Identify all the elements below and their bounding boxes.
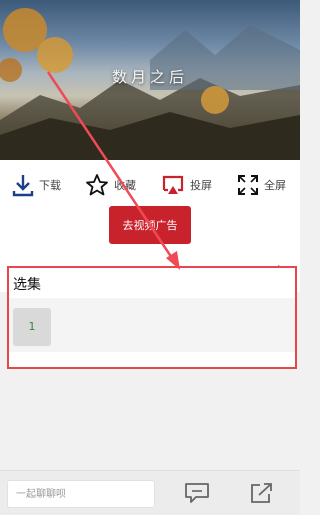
- episode-footer: [9, 352, 295, 367]
- download-icon: [12, 175, 34, 197]
- action-bar: 下载 收藏 投屏 全屏: [0, 160, 300, 206]
- download-label: 下载: [39, 179, 61, 192]
- episode-header: 选集: [9, 268, 295, 298]
- share-icon: [251, 483, 272, 503]
- episode-title: 选集: [13, 277, 41, 293]
- episode-button[interactable]: 1: [13, 308, 51, 346]
- favorite-label: 收藏: [114, 179, 136, 192]
- bottom-bar: [0, 470, 300, 515]
- ad-section: 去视频广告: [0, 206, 300, 256]
- download-button[interactable]: 下载: [12, 172, 61, 198]
- comment-button[interactable]: [184, 482, 210, 508]
- watch-ad-button[interactable]: 去视频广告: [109, 206, 191, 244]
- star-icon: [86, 174, 108, 196]
- favorite-button[interactable]: 收藏: [85, 172, 136, 198]
- episode-selector: 选集 1: [7, 266, 297, 369]
- video-caption: 数月之后: [111, 68, 188, 86]
- fullscreen-label: 全屏: [264, 179, 286, 192]
- cast-button[interactable]: 投屏: [161, 172, 212, 198]
- share-button[interactable]: [250, 482, 274, 508]
- video-player[interactable]: 数月之后: [0, 0, 300, 160]
- cast-label: 投屏: [190, 179, 212, 192]
- comment-icon: [185, 483, 209, 503]
- fullscreen-button[interactable]: 全屏: [237, 172, 286, 198]
- cast-icon: [162, 175, 184, 194]
- fullscreen-icon: [238, 175, 258, 195]
- chat-input[interactable]: [7, 480, 155, 508]
